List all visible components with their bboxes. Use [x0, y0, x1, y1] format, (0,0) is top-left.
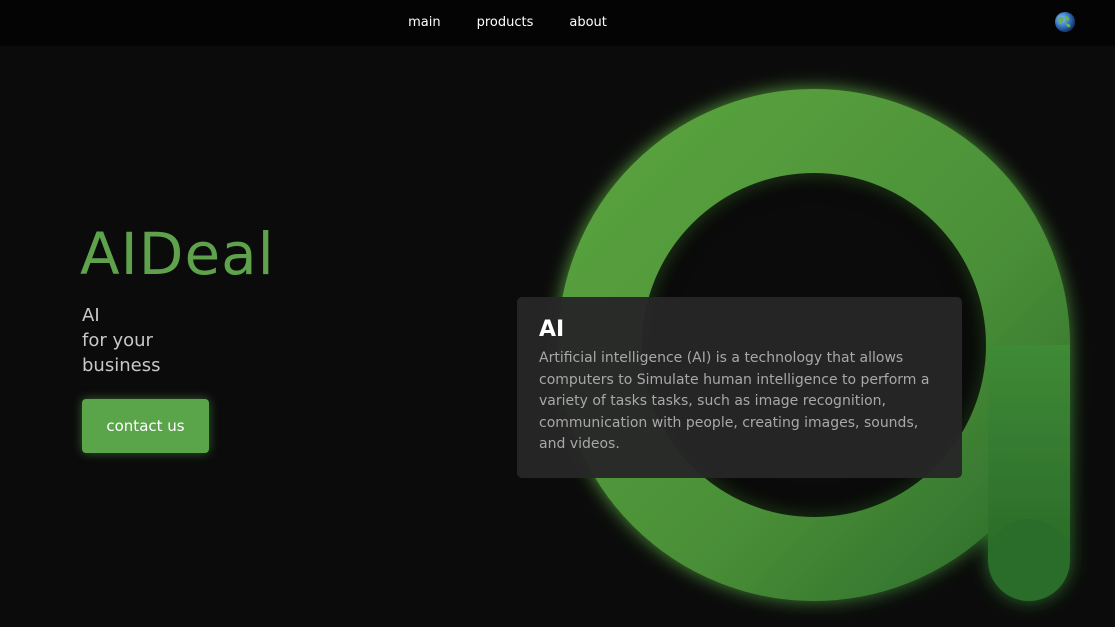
nav-item-main[interactable]: main: [390, 0, 458, 46]
globe-icon[interactable]: [1055, 12, 1075, 32]
hero-subtitle-line: business: [82, 355, 161, 376]
hero-subtitle-line: AI: [82, 305, 100, 326]
hero-title: AIDeal: [80, 220, 275, 288]
main-nav: main products about: [0, 0, 1115, 46]
top-header: main products about: [0, 0, 1115, 46]
nav-item-products[interactable]: products: [459, 0, 552, 46]
info-card: AI Artificial intelligence (AI) is a tec…: [517, 297, 962, 478]
info-card-title: AI: [539, 317, 565, 342]
nav-item-about[interactable]: about: [551, 0, 625, 46]
contact-us-button[interactable]: contact us: [82, 399, 209, 453]
globe-icon-graphic: [1058, 16, 1071, 28]
hero-subtitle-line: for your: [82, 330, 153, 351]
landing-page: main products about AIDeal AI for your b…: [0, 0, 1115, 627]
hero-subtitle: AI for your business: [82, 303, 160, 378]
nav-list: main products about: [390, 0, 625, 46]
info-card-text: Artificial intelligence (AI) is a techno…: [539, 350, 930, 452]
